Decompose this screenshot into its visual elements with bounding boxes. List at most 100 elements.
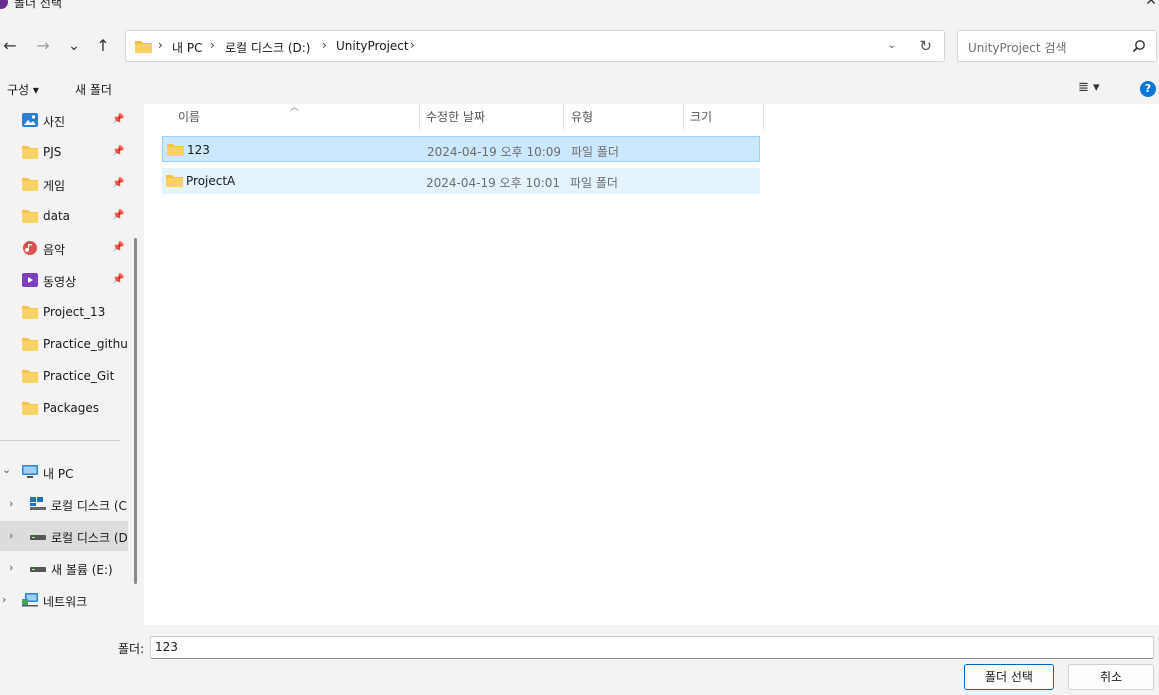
navigation-pane: 사진 📌 PJS 📌 게임 📌 data 📌 음악 📌 동영상 📌 Projec… bbox=[0, 104, 144, 625]
sidebar-item-videos[interactable]: 동영상 📌 bbox=[0, 265, 128, 295]
up-button[interactable]: ↑ bbox=[93, 37, 113, 55]
view-options-button[interactable]: ≣ ▾ bbox=[1078, 80, 1100, 95]
sidebar-item-music[interactable]: 음악 📌 bbox=[0, 233, 128, 263]
sidebar-item-data[interactable]: data 📌 bbox=[0, 201, 128, 231]
file-type: 파일 폴더 bbox=[570, 176, 618, 190]
sidebar-item-games[interactable]: 게임 📌 bbox=[0, 169, 128, 199]
file-date: 2024-04-19 오후 10:09 bbox=[427, 145, 562, 159]
sidebar-item-label: 로컬 디스크 (D bbox=[51, 531, 127, 545]
navigation-bar: ← → ⌄ ↑ › 내 PC › 로컬 디스크 (D:) › UnityProj… bbox=[0, 24, 1159, 68]
file-name: 123 bbox=[187, 143, 210, 157]
column-divider[interactable] bbox=[419, 104, 420, 130]
network-icon bbox=[22, 593, 38, 607]
folder-icon bbox=[22, 306, 38, 319]
sidebar-item-project13[interactable]: Project_13 bbox=[0, 297, 128, 327]
pin-icon: 📌 bbox=[112, 242, 125, 253]
sidebar-item-label: Packages bbox=[43, 401, 99, 415]
pin-icon: 📌 bbox=[112, 114, 125, 125]
sidebar-item-network[interactable]: › 네트워크 bbox=[0, 585, 128, 615]
recent-locations-button[interactable]: ⌄ bbox=[64, 37, 84, 55]
chevron-right-icon[interactable]: › bbox=[9, 497, 13, 510]
sidebar-item-label: Practice_Git bbox=[43, 369, 115, 383]
search-input[interactable]: UnityProject 검색 bbox=[968, 39, 1066, 56]
file-list: ︿ 이름 수정한 날짜 유형 크기 123 2024-04-19 오후 10:0… bbox=[144, 103, 1159, 625]
folder-icon bbox=[22, 370, 38, 383]
help-icon[interactable]: ? bbox=[1140, 81, 1156, 97]
dialog-footer: 폴더: 123 폴더 선택 취소 bbox=[0, 625, 1159, 695]
folder-icon bbox=[22, 178, 38, 191]
file-row-123[interactable]: 123 2024-04-19 오후 10:09 파일 폴더 bbox=[162, 136, 760, 162]
sidebar-item-label: 로컬 디스크 (C bbox=[51, 499, 127, 513]
pin-icon: 📌 bbox=[112, 274, 125, 285]
folder-icon bbox=[135, 41, 152, 53]
folder-icon bbox=[22, 146, 38, 159]
file-type: 파일 폴더 bbox=[571, 145, 619, 159]
column-divider[interactable] bbox=[683, 104, 684, 130]
folder-icon bbox=[22, 210, 38, 223]
sidebar-scrollbar[interactable] bbox=[134, 238, 137, 584]
sidebar-item-drive-d[interactable]: › 로컬 디스크 (D bbox=[0, 521, 128, 551]
chevron-right-icon[interactable]: › bbox=[2, 593, 6, 606]
address-bar[interactable]: › 내 PC › 로컬 디스크 (D:) › UnityProject › ⌄ … bbox=[125, 30, 945, 62]
breadcrumb-separator[interactable]: › bbox=[322, 38, 327, 52]
file-row-projecta[interactable]: ProjectA 2024-04-19 오후 10:01 파일 폴더 bbox=[162, 168, 760, 194]
column-header-name[interactable]: 이름 bbox=[178, 108, 200, 125]
breadcrumb-separator: › bbox=[158, 38, 163, 52]
sidebar-item-this-pc[interactable]: ⌄ 내 PC bbox=[0, 457, 128, 487]
music-icon bbox=[23, 241, 37, 255]
video-icon bbox=[22, 273, 38, 287]
refresh-icon[interactable]: ↻ bbox=[919, 37, 932, 55]
file-date: 2024-04-19 오후 10:01 bbox=[426, 176, 561, 190]
breadcrumb-unityproject[interactable]: UnityProject bbox=[336, 39, 409, 53]
column-header-date[interactable]: 수정한 날짜 bbox=[426, 108, 485, 125]
file-name: ProjectA bbox=[186, 174, 236, 188]
breadcrumb-pc[interactable]: 내 PC bbox=[172, 39, 202, 56]
pin-icon: 📌 bbox=[112, 146, 125, 157]
folder-label: 폴더: bbox=[118, 642, 145, 656]
close-icon[interactable]: ✕ bbox=[1145, 0, 1157, 9]
search-box[interactable]: UnityProject 검색 bbox=[957, 30, 1157, 62]
chevron-right-icon[interactable]: › bbox=[9, 561, 13, 574]
sidebar-item-pjs[interactable]: PJS 📌 bbox=[0, 137, 128, 167]
breadcrumb-drive-d[interactable]: 로컬 디스크 (D:) bbox=[225, 39, 310, 56]
chevron-down-icon[interactable]: ⌄ bbox=[2, 463, 11, 476]
organize-button[interactable]: 구성 ▾ bbox=[7, 81, 39, 98]
sidebar-item-label: Practice_github bbox=[43, 337, 127, 351]
pin-icon: 📌 bbox=[112, 210, 125, 221]
column-header-type[interactable]: 유형 bbox=[571, 108, 593, 125]
sidebar-item-drive-e[interactable]: › 새 볼륨 (E:) bbox=[0, 553, 128, 583]
folder-input[interactable]: 123 bbox=[150, 636, 1154, 659]
sort-ascending-icon: ︿ bbox=[290, 103, 300, 113]
forward-button[interactable]: → bbox=[33, 37, 53, 55]
select-folder-button[interactable]: 폴더 선택 bbox=[964, 664, 1054, 690]
address-dropdown-icon[interactable]: ⌄ bbox=[888, 40, 896, 51]
windows-drive-icon bbox=[30, 497, 46, 510]
chevron-right-icon[interactable]: › bbox=[9, 529, 13, 542]
sidebar-item-practice-github[interactable]: Practice_github bbox=[0, 329, 128, 359]
sidebar-item-practice-git[interactable]: Practice_Git bbox=[0, 361, 128, 391]
sidebar-item-label: 네트워크 bbox=[43, 595, 88, 609]
sidebar-divider bbox=[0, 440, 120, 441]
folder-icon bbox=[22, 402, 38, 415]
breadcrumb-separator[interactable]: › bbox=[410, 38, 415, 52]
sidebar-item-drive-c[interactable]: › 로컬 디스크 (C bbox=[0, 489, 128, 519]
sidebar-item-label: 내 PC bbox=[43, 467, 74, 481]
back-button[interactable]: ← bbox=[0, 37, 20, 55]
drive-icon bbox=[30, 535, 46, 540]
new-folder-button[interactable]: 새 폴더 bbox=[75, 81, 112, 98]
folder-icon bbox=[22, 338, 38, 351]
column-header-size[interactable]: 크기 bbox=[690, 108, 712, 125]
sidebar-item-photos[interactable]: 사진 📌 bbox=[0, 105, 128, 135]
pin-icon: 📌 bbox=[112, 178, 125, 189]
folder-icon bbox=[166, 175, 183, 187]
folder-icon bbox=[167, 144, 184, 156]
computer-icon bbox=[22, 465, 38, 478]
sidebar-item-packages[interactable]: Packages bbox=[0, 393, 128, 423]
title-bar: 폴더 선택 ✕ bbox=[0, 0, 1159, 18]
column-divider[interactable] bbox=[563, 104, 564, 130]
column-divider[interactable] bbox=[763, 104, 764, 130]
app-icon bbox=[0, 0, 8, 9]
cancel-button[interactable]: 취소 bbox=[1068, 664, 1154, 690]
search-icon[interactable] bbox=[1132, 39, 1146, 53]
breadcrumb-separator[interactable]: › bbox=[210, 38, 215, 52]
